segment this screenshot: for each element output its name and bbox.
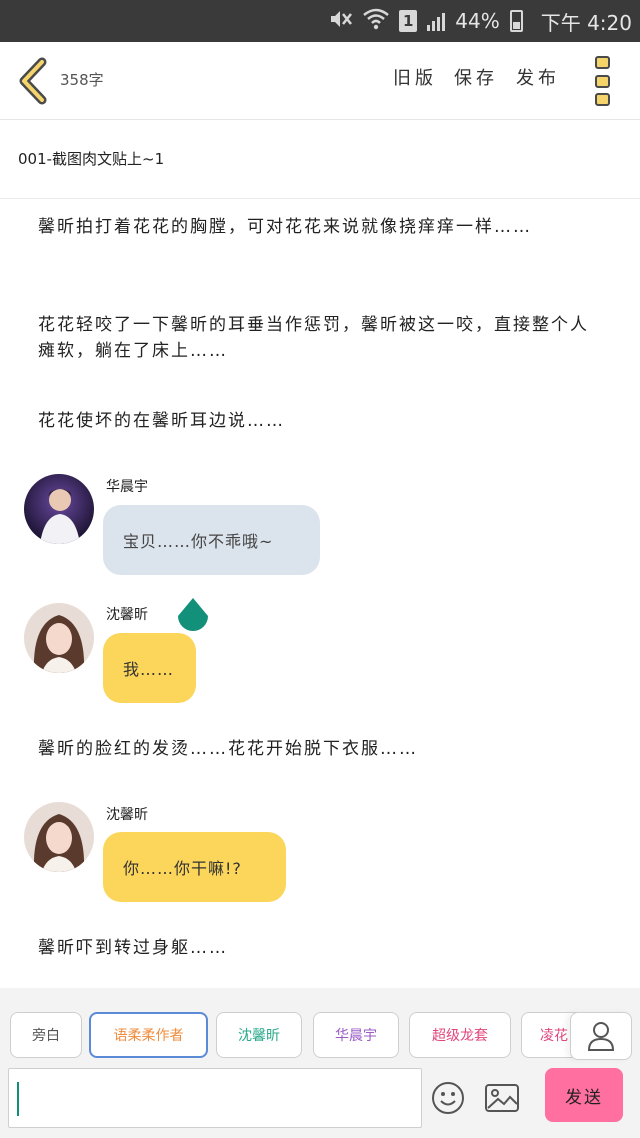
publish-button[interactable]: 发布 [516, 64, 560, 90]
signal-icon [427, 11, 446, 31]
speaker-name: 华晨宇 [106, 479, 148, 495]
role-chip-author[interactable]: 语柔柔作者 [89, 1012, 208, 1058]
clock: 下午 4:20 [540, 10, 632, 35]
composer-panel: 旁白 语柔柔作者 沈馨昕 华晨宇 超级龙套 凌花 发送 [0, 988, 640, 1138]
back-button[interactable] [14, 56, 54, 106]
narration: 馨昕的脸红的发烫……花花开始脱下衣服…… [38, 739, 418, 759]
save-button[interactable]: 保存 [454, 64, 498, 90]
role-chip-hua-chenyu[interactable]: 华晨宇 [313, 1012, 399, 1058]
wifi-icon [363, 8, 390, 35]
narration: 馨昕拍打着花花的胸膛，可对花花来说就像挠痒痒一样…… [38, 217, 532, 237]
status-bar: 1 44% 下午 4:20 [0, 0, 640, 42]
message-input[interactable] [8, 1068, 422, 1128]
word-count: 358字 [60, 71, 104, 89]
chat-bubble[interactable]: 宝贝……你不乖哦~ [103, 505, 320, 575]
avatar[interactable] [24, 474, 94, 544]
editor-toolbar: 358字 旧版 保存 发布 [0, 42, 640, 120]
chapter-title[interactable]: 001-截图肉文贴上~1 [18, 148, 164, 169]
chevron-left-icon [19, 57, 47, 105]
avatar[interactable] [24, 802, 94, 872]
send-button[interactable]: 发送 [545, 1068, 623, 1122]
narration: 花花轻咬了一下馨昕的耳垂当作惩罚，馨昕被这一咬，直接整个人瘫软，躺在了床上…… [38, 315, 589, 361]
sim-icon: 1 [399, 10, 418, 32]
speaker-name: 沈馨昕 [106, 807, 148, 823]
cursor-handle-icon[interactable] [174, 596, 212, 638]
status-icons: 1 44% 下午 4:20 [329, 0, 632, 42]
menu-dot-icon [595, 56, 610, 69]
role-chip-extra[interactable]: 超级龙套 [409, 1012, 511, 1058]
speaker-name: 沈馨昕 [106, 607, 148, 623]
text-cursor [17, 1082, 19, 1116]
chat-bubble[interactable]: 你……你干嘛!? [103, 832, 286, 902]
role-chip-shen-xinxin[interactable]: 沈馨昕 [216, 1012, 302, 1058]
avatar[interactable] [24, 603, 94, 673]
narration: 花花使坏的在馨昕耳边说…… [38, 411, 285, 431]
emoji-button[interactable] [430, 1080, 466, 1116]
role-chip-bar[interactable]: 旁白 语柔柔作者 沈馨昕 华晨宇 超级龙套 凌花 [0, 1012, 640, 1060]
add-role-button[interactable] [570, 1012, 632, 1060]
battery-icon [509, 10, 523, 32]
mute-icon [329, 8, 353, 35]
menu-dot-icon [595, 93, 610, 106]
person-icon [587, 1022, 615, 1051]
chat-bubble[interactable]: 我…… [103, 633, 196, 703]
image-icon [485, 1084, 519, 1112]
menu-dot-icon [595, 74, 610, 88]
smiley-icon [432, 1082, 464, 1114]
battery-percent: 44% [455, 9, 500, 33]
divider [0, 198, 640, 199]
image-button[interactable] [484, 1082, 520, 1114]
narration: 馨昕吓到转过身躯…… [38, 938, 228, 958]
old-version-button[interactable]: 旧版 [393, 64, 437, 90]
more-menu-button[interactable] [595, 56, 613, 106]
role-chip-narrator[interactable]: 旁白 [10, 1012, 82, 1058]
